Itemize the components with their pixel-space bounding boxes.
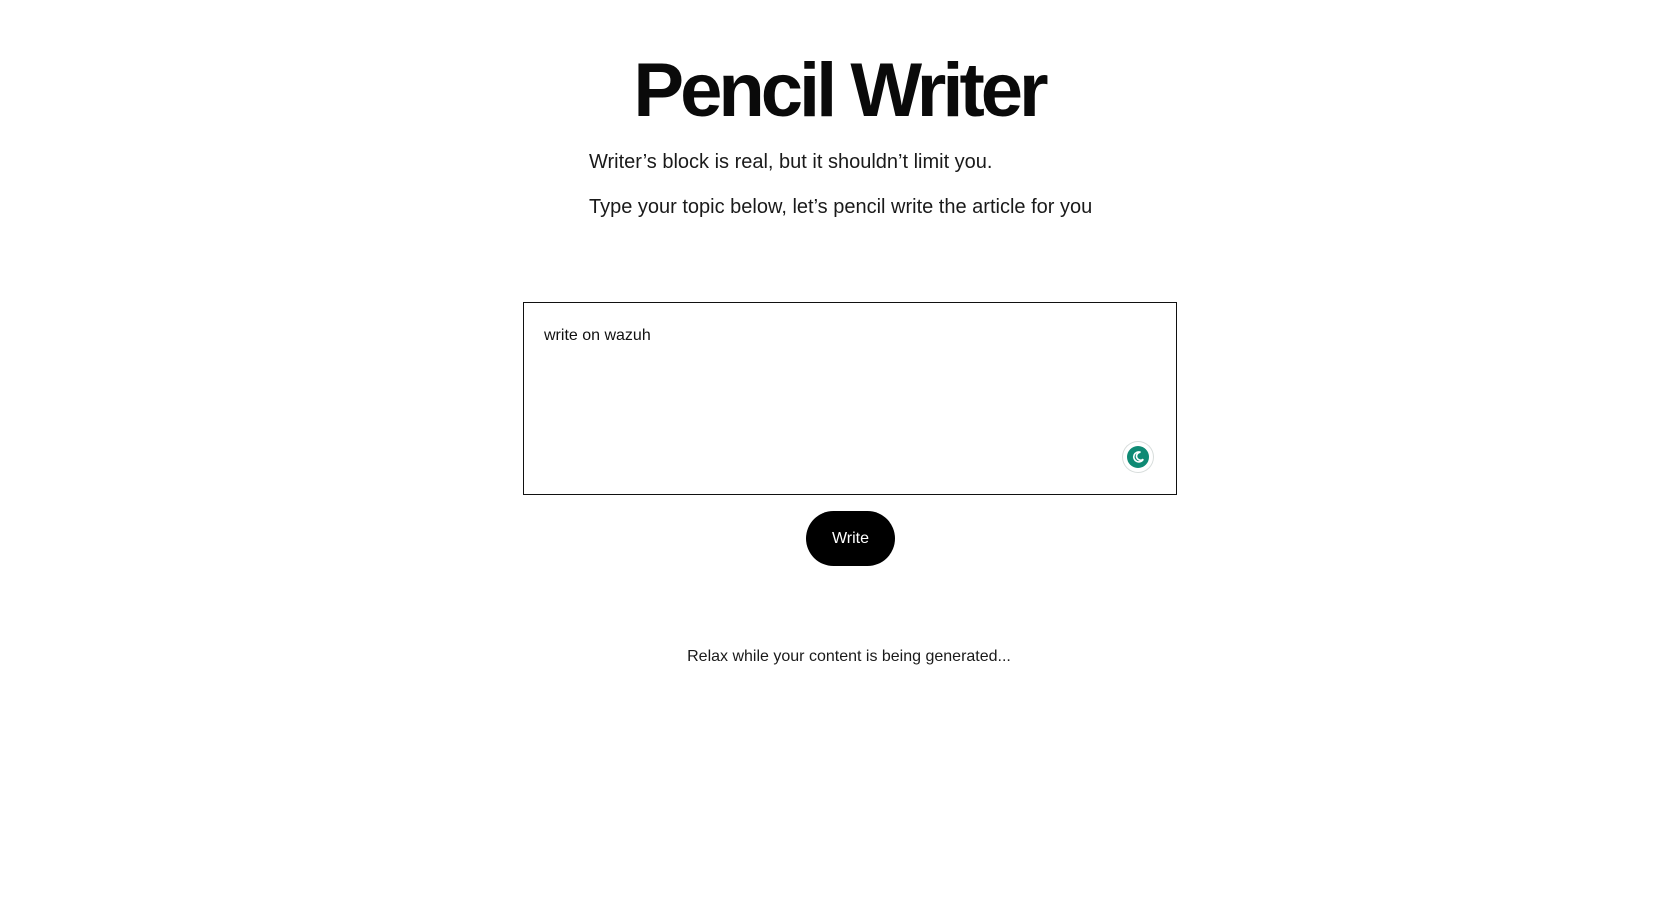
generation-status-text: Relax while your content is being genera… xyxy=(687,648,1011,665)
topic-input[interactable]: write on wazuh xyxy=(524,303,1176,494)
tagline-primary: Writer’s block is real, but it shouldn’t… xyxy=(589,151,993,173)
tagline-secondary: Type your topic below, let’s pencil writ… xyxy=(589,196,1093,218)
page: Pencil Writer Writer’s block is real, bu… xyxy=(0,0,1678,910)
crescent-icon xyxy=(1127,446,1149,468)
topic-input-container: write on wazuh xyxy=(523,302,1177,495)
write-button[interactable]: Write xyxy=(806,511,895,566)
page-title: Pencil Writer xyxy=(633,48,1048,133)
writing-assistant-button[interactable] xyxy=(1123,442,1153,472)
